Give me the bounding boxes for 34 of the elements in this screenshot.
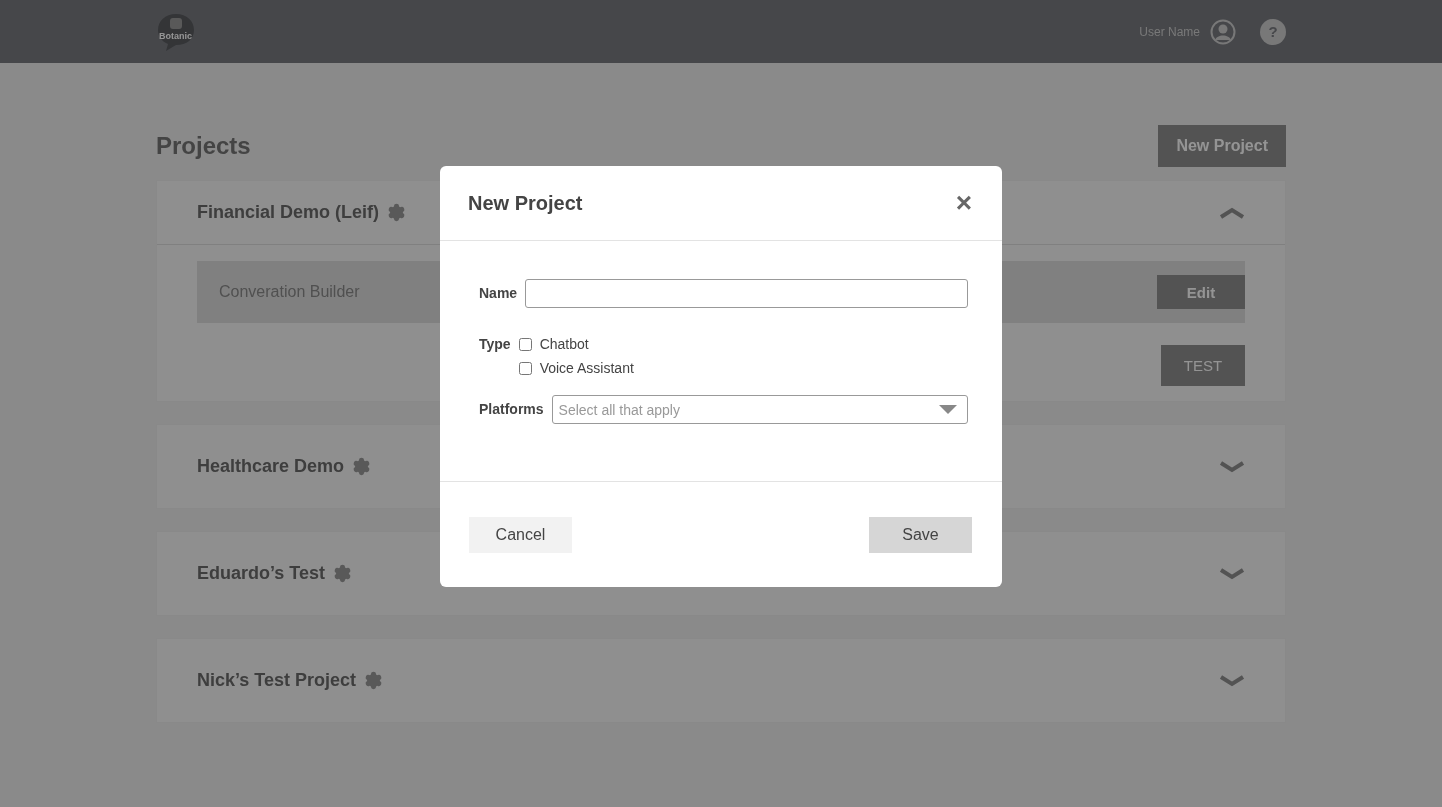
name-input-field[interactable] — [525, 279, 968, 308]
settings-icon[interactable] — [352, 457, 372, 476]
cancel-button[interactable]: Cancel — [469, 516, 572, 553]
checkbox-label: Voice Assistant — [539, 360, 634, 376]
new-project-button[interactable]: New Project — [1158, 125, 1286, 167]
user-avatar-icon[interactable] — [1210, 18, 1236, 45]
dialog-title: New Project — [468, 191, 583, 215]
chevron-down-icon[interactable] — [1219, 674, 1245, 687]
platforms-select[interactable]: Select all that apply — [551, 395, 968, 424]
page-title: Projects — [156, 132, 251, 160]
close-button[interactable]: × — [953, 189, 974, 217]
edit-button[interactable]: Edit — [1157, 275, 1245, 309]
settings-icon[interactable] — [387, 203, 407, 222]
project-name: Eduardo’s Test — [197, 563, 326, 584]
field-label: Platforms — [479, 400, 544, 419]
project-name: Financial Demo (Leif) — [197, 202, 380, 223]
settings-icon[interactable] — [364, 671, 384, 690]
checkbox[interactable] — [518, 361, 532, 375]
save-button[interactable]: Save — [869, 516, 972, 553]
field-label: Name — [479, 284, 518, 303]
logo-icon — [156, 11, 196, 52]
test-button[interactable]: TEST — [1161, 345, 1245, 386]
checkbox[interactable] — [518, 337, 532, 351]
settings-icon[interactable] — [333, 564, 353, 583]
chevron-down-icon[interactable] — [1219, 567, 1245, 580]
field-label: Type — [479, 335, 511, 354]
chevron-up-icon[interactable] — [1219, 206, 1245, 219]
checkbox-label: Chatbot — [539, 336, 589, 352]
project-name: Healthcare Demo — [197, 456, 345, 477]
chevron-down-icon[interactable] — [1219, 460, 1245, 473]
project-name: Nick’s Test Project — [197, 670, 357, 691]
logo-text: Botanic — [159, 30, 192, 41]
dropdown-arrow-icon — [939, 405, 957, 414]
help-button[interactable]: ? — [1260, 18, 1286, 45]
